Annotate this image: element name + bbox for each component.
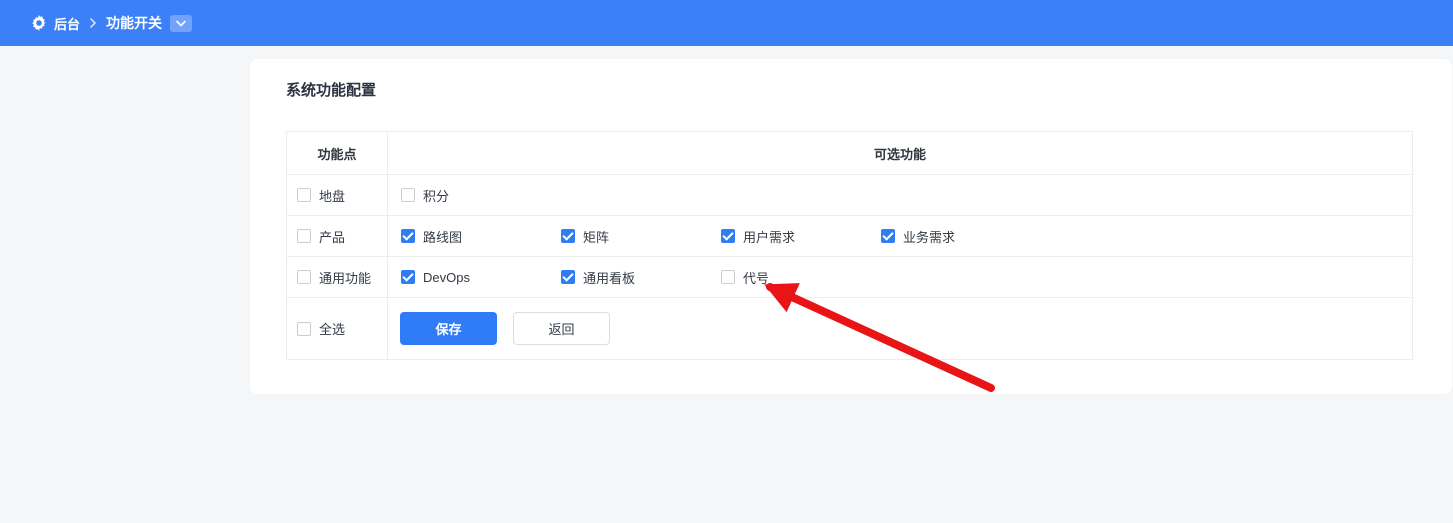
checkbox-general[interactable] xyxy=(297,270,311,284)
options-cell: 积分 xyxy=(388,175,1412,215)
checkbox-label: 代号 xyxy=(743,270,770,286)
table-row: 通用功能 DevOps 通用看板 代号 xyxy=(287,256,1412,297)
group-cell-territory: 地盘 xyxy=(287,175,388,215)
checkbox-business-requirement[interactable] xyxy=(881,229,895,243)
checkbox-product[interactable] xyxy=(297,229,311,243)
table-footer-row: 全选 保存 返回 xyxy=(287,297,1412,359)
checkbox-label: 全选 xyxy=(319,322,346,337)
checkbox-label: 通用看板 xyxy=(583,270,636,286)
checkbox-label: DevOps xyxy=(423,269,470,285)
option-points: 积分 xyxy=(401,186,561,205)
option-matrix: 矩阵 xyxy=(561,227,721,246)
checkbox-label: 路线图 xyxy=(423,229,463,245)
checkbox-user-requirement[interactable] xyxy=(721,229,735,243)
checkbox-label: 业务需求 xyxy=(903,229,956,245)
options-cell: 路线图 矩阵 用户需求 业务需求 xyxy=(388,216,1412,256)
checkbox-matrix[interactable] xyxy=(561,229,575,243)
group-cell-product: 产品 xyxy=(287,216,388,256)
breadcrumb-dropdown-button[interactable] xyxy=(170,14,193,32)
option-codename: 代号 xyxy=(721,268,881,287)
checkbox-points[interactable] xyxy=(401,188,415,202)
checkbox-label: 产品 xyxy=(319,229,346,245)
option-devops: DevOps xyxy=(401,270,561,285)
topbar: 后台 功能开关 xyxy=(0,0,1453,46)
checkbox-label: 地盘 xyxy=(319,188,346,204)
checkbox-label: 积分 xyxy=(423,188,450,204)
column-header-optional-features: 可选功能 xyxy=(873,146,926,162)
settings-card: 系统功能配置 功能点 可选功能 地盘 积分 产品 路线图 矩阵 用户需求 业务需… xyxy=(250,59,1452,394)
checkbox-roadmap[interactable] xyxy=(401,229,415,243)
column-header-feature-point: 功能点 xyxy=(287,132,388,174)
checkbox-select-all[interactable] xyxy=(297,321,311,336)
breadcrumb-item-backend[interactable]: 后台 xyxy=(54,14,80,33)
page-title: 系统功能配置 xyxy=(286,82,377,99)
checkbox-label: 通用功能 xyxy=(319,270,372,286)
gear-icon[interactable] xyxy=(31,15,47,31)
option-roadmap: 路线图 xyxy=(401,227,561,246)
breadcrumb-item-feature-switch[interactable]: 功能开关 xyxy=(106,13,162,33)
option-general-board: 通用看板 xyxy=(561,268,721,287)
group-cell-select-all: 全选 xyxy=(287,298,388,359)
table-row: 产品 路线图 矩阵 用户需求 业务需求 xyxy=(287,215,1412,256)
checkbox-label: 用户需求 xyxy=(743,229,796,245)
option-business-requirement: 业务需求 xyxy=(881,227,1041,246)
feature-table: 功能点 可选功能 地盘 积分 产品 路线图 矩阵 用户需求 业务需求 通用功能 … xyxy=(286,131,1413,360)
chevron-down-icon xyxy=(176,20,186,27)
table-row: 地盘 积分 xyxy=(287,174,1412,215)
footer-actions-cell: 保存 返回 xyxy=(388,298,1412,359)
checkbox-label: 矩阵 xyxy=(583,229,610,245)
save-button[interactable]: 保存 xyxy=(400,312,497,345)
checkbox-general-board[interactable] xyxy=(561,270,575,284)
checkbox-codename[interactable] xyxy=(721,270,735,284)
checkbox-territory[interactable] xyxy=(297,188,311,202)
option-user-requirement: 用户需求 xyxy=(721,227,881,246)
options-cell: DevOps 通用看板 代号 xyxy=(388,257,1412,297)
back-button[interactable]: 返回 xyxy=(513,312,610,345)
checkbox-devops[interactable] xyxy=(401,270,415,284)
group-cell-general: 通用功能 xyxy=(287,257,388,297)
chevron-right-icon xyxy=(89,18,97,28)
table-header-row: 功能点 可选功能 xyxy=(287,132,1412,174)
